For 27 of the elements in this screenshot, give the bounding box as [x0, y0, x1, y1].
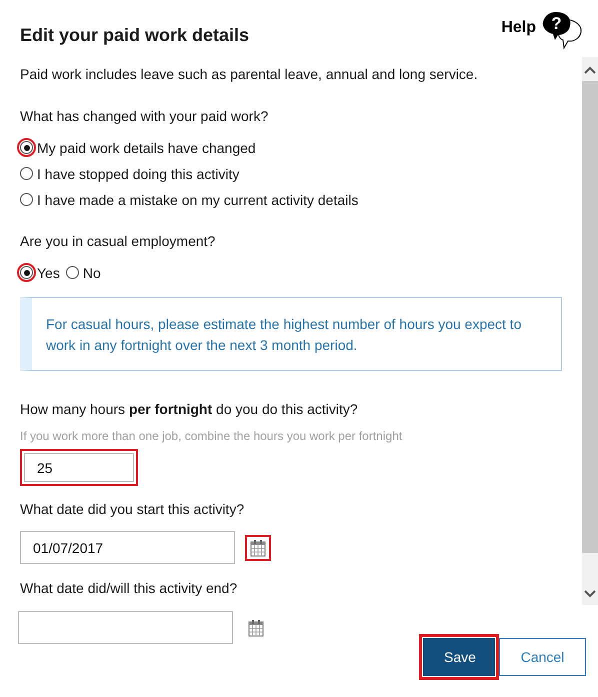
dialog-title: Edit your paid work details — [20, 25, 250, 46]
option-label: I have made a mistake on my current activity details — [37, 192, 358, 208]
question-label: Are you in casual employment? — [20, 233, 216, 249]
option-label: I have stopped doing this activity — [37, 166, 240, 182]
hint-text: If you work more than one job, combine the hours you work per fortnight — [20, 429, 404, 443]
question-label: What has changed with your paid work? — [20, 108, 270, 124]
radio-button[interactable] — [66, 266, 79, 279]
radio-button[interactable] — [20, 193, 33, 206]
question-label: How many hours per fortnight do you do this activity? — [20, 401, 359, 417]
scroll-down-icon[interactable] — [584, 590, 596, 598]
intro-text: Paid work includes leave such as parental leave, annual and long service. — [20, 66, 479, 82]
option-label: No — [82, 264, 101, 280]
cancel-button[interactable]: Cancel — [499, 638, 586, 676]
question-label: What date did/will this activity end? — [20, 580, 238, 596]
option-label: Yes — [37, 264, 60, 280]
question-label: What date did you start this activity? — [20, 501, 246, 517]
date-field[interactable]: 01/07/2017 — [20, 531, 235, 564]
option-label: My paid work details have changed — [37, 140, 256, 156]
scroll-up-icon[interactable] — [584, 66, 596, 74]
radio-button[interactable] — [20, 141, 33, 154]
help-button[interactable]: Help ? — [501, 10, 584, 54]
radio-button[interactable] — [20, 167, 33, 180]
calendar-icon[interactable] — [245, 534, 271, 560]
radio-button[interactable] — [20, 266, 33, 279]
date-field[interactable] — [18, 611, 233, 644]
info-text: For casual hours, please estimate the highest number of hours you expect to work in any fortnight over the next 3 month period. — [46, 315, 522, 355]
hours-field[interactable]: 25 — [20, 449, 138, 486]
